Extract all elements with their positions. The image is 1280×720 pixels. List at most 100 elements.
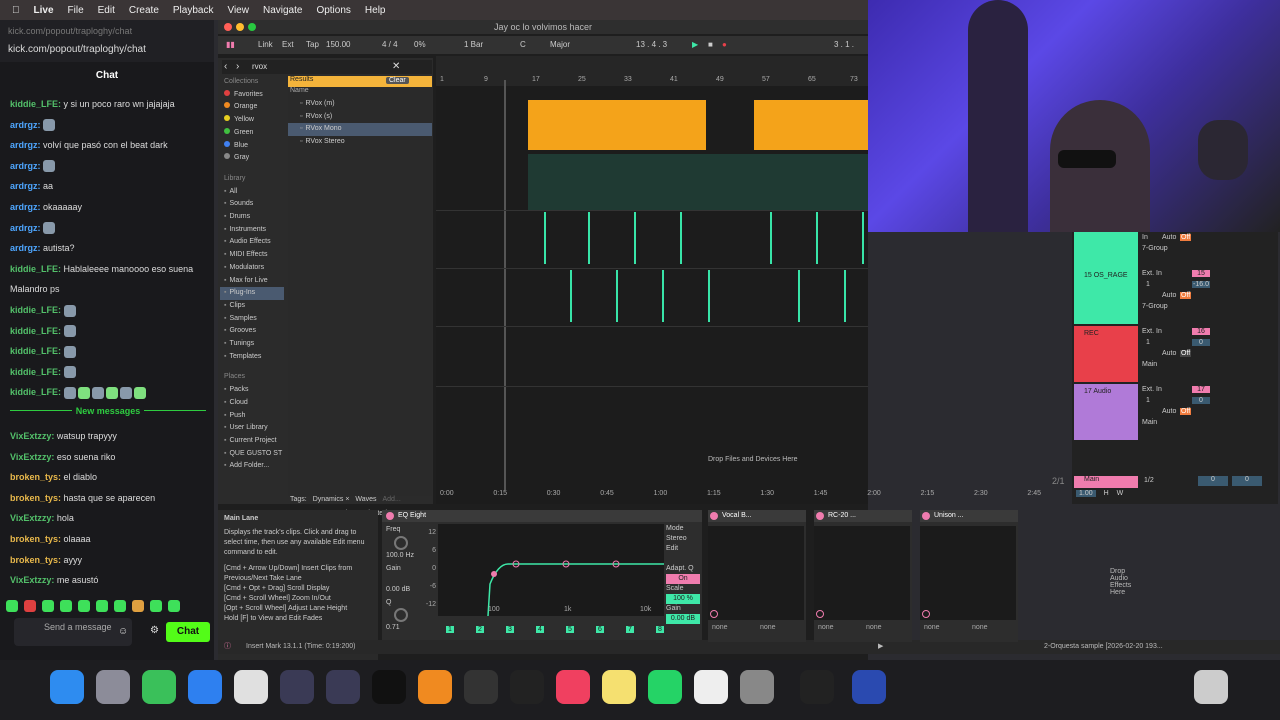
- zoom-window-icon[interactable]: [248, 23, 256, 31]
- emoji-icon[interactable]: ☺: [118, 626, 128, 637]
- stop-icon[interactable]: ■: [708, 36, 713, 54]
- dock-app-ukraine[interactable]: [800, 670, 834, 704]
- chat-username[interactable]: ardrgz:: [10, 161, 43, 171]
- macro-knob-icon[interactable]: [710, 610, 718, 618]
- dock-app-ableton-live[interactable]: [464, 670, 498, 704]
- track-volume[interactable]: -16.0: [1192, 281, 1210, 288]
- macro-select[interactable]: none: [818, 624, 834, 631]
- plugin-display[interactable]: [814, 526, 910, 620]
- stereo-select[interactable]: Stereo: [666, 534, 700, 544]
- dock-app-app-store[interactable]: [188, 670, 222, 704]
- tap-button[interactable]: Tap: [306, 36, 319, 54]
- emote-icon[interactable]: [42, 600, 54, 612]
- menu-view[interactable]: View: [227, 5, 249, 16]
- chat-username[interactable]: kiddie_LFE:: [10, 264, 64, 274]
- eq-graph[interactable]: 100 1k 10k: [438, 524, 664, 617]
- menu-options[interactable]: Options: [316, 5, 350, 16]
- info-toggle-icon[interactable]: ⓘ: [224, 640, 231, 654]
- place-item[interactable]: ▪ Current Project: [224, 435, 288, 448]
- chat-username[interactable]: ardrgz:: [10, 181, 43, 191]
- headphone-w[interactable]: W: [1117, 490, 1124, 497]
- chat-username[interactable]: kiddie_LFE:: [10, 346, 64, 356]
- emote-row[interactable]: [6, 600, 206, 614]
- main-volume[interactable]: 0: [1198, 476, 1228, 486]
- plugin-display[interactable]: [920, 526, 1016, 620]
- emote-icon[interactable]: [78, 600, 90, 612]
- emote-icon[interactable]: [150, 600, 162, 612]
- dock-app-chatgpt[interactable]: [694, 670, 728, 704]
- monitor-auto[interactable]: Auto: [1162, 350, 1176, 357]
- library-item[interactable]: ▪ Sounds: [224, 198, 288, 211]
- midi-clip-lane[interactable]: [528, 154, 868, 210]
- band-toggle[interactable]: 2: [476, 626, 484, 633]
- midi-note[interactable]: [544, 212, 546, 264]
- emote-icon[interactable]: [168, 600, 180, 612]
- band-toggle[interactable]: 6: [596, 626, 604, 633]
- band-toggle[interactable]: 3: [506, 626, 514, 633]
- dock-app-fl-studio[interactable]: [418, 670, 452, 704]
- audio-clip-2[interactable]: [754, 100, 868, 150]
- chat-username[interactable]: kiddie_LFE:: [10, 305, 64, 315]
- eq-band-selectors[interactable]: 1 2 3 4 5 6 7 8: [438, 618, 664, 638]
- menu-create[interactable]: Create: [129, 5, 159, 16]
- dock-app-trash[interactable]: [1194, 670, 1228, 704]
- q-knob[interactable]: [394, 608, 408, 622]
- chat-username[interactable]: kiddie_LFE:: [10, 326, 64, 336]
- band-toggle[interactable]: 4: [536, 626, 544, 633]
- dock-app-system-settings[interactable]: [740, 670, 774, 704]
- menu-app[interactable]: Live: [34, 5, 54, 16]
- library-item[interactable]: ▪ Templates: [224, 351, 288, 364]
- band-toggle[interactable]: 1: [446, 626, 454, 633]
- groove-percent[interactable]: 0%: [414, 36, 426, 54]
- menu-file[interactable]: File: [68, 5, 84, 16]
- send-message-input[interactable]: Send a message: [14, 618, 132, 646]
- key-select[interactable]: C: [520, 36, 526, 54]
- monitor-off[interactable]: Off: [1180, 408, 1192, 415]
- chat-username[interactable]: broken_tys:: [10, 555, 64, 565]
- library-item[interactable]: ▪ Instruments: [224, 224, 288, 237]
- macro-select[interactable]: none: [712, 624, 728, 631]
- device-power-icon[interactable]: [922, 512, 930, 520]
- play-icon[interactable]: ▶: [692, 36, 698, 54]
- chat-username[interactable]: VixExtzzy:: [10, 513, 57, 523]
- collection-item[interactable]: Green: [224, 127, 288, 140]
- midi-note[interactable]: [662, 270, 664, 322]
- chat-username[interactable]: VixExtzzy:: [10, 575, 57, 585]
- time-signature[interactable]: 4 / 4: [382, 36, 398, 54]
- close-window-icon[interactable]: [224, 23, 232, 31]
- dock-app-facetime[interactable]: [142, 670, 176, 704]
- adapt-q-toggle[interactable]: On: [666, 574, 700, 584]
- macro-select[interactable]: none: [760, 624, 776, 631]
- library-item[interactable]: ▪ Max for Live: [224, 275, 288, 288]
- chat-username[interactable]: kiddie_LFE:: [10, 99, 64, 109]
- monitor-off[interactable]: Off: [1180, 350, 1192, 357]
- track-header[interactable]: 15 OS_RAGE: [1074, 268, 1138, 324]
- dock-app-whatsapp[interactable]: [648, 670, 682, 704]
- collection-item[interactable]: Yellow: [224, 114, 288, 127]
- gain-value[interactable]: 0.00 dB: [386, 584, 422, 595]
- place-item[interactable]: ▪ QUE GUSTO ST: [224, 448, 288, 461]
- track-number[interactable]: 17: [1192, 386, 1210, 393]
- result-item[interactable]: ▫ RVox (s): [288, 111, 432, 124]
- monitor-auto[interactable]: Auto: [1162, 408, 1176, 415]
- band-toggle[interactable]: 7: [626, 626, 634, 633]
- dock-app-wd[interactable]: [852, 670, 886, 704]
- forward-icon[interactable]: ›: [236, 61, 239, 72]
- freq-value[interactable]: 100.0 Hz: [386, 550, 422, 561]
- band-toggle[interactable]: 5: [566, 626, 574, 633]
- macro-select[interactable]: none: [972, 624, 988, 631]
- q-value[interactable]: 0.71: [386, 622, 422, 633]
- bpm-field[interactable]: 150.00: [326, 36, 350, 54]
- loop-position[interactable]: 3 . 1 .: [834, 36, 854, 54]
- midi-note[interactable]: [816, 212, 818, 264]
- monitor-off[interactable]: Off: [1180, 292, 1192, 299]
- dock-app-launchpad[interactable]: [96, 670, 130, 704]
- input-select[interactable]: Ext. In: [1142, 328, 1162, 335]
- midi-note[interactable]: [588, 212, 590, 264]
- library-item[interactable]: ▪ Plug-Ins: [220, 287, 284, 300]
- emote-icon[interactable]: [96, 600, 108, 612]
- macro-knob-icon[interactable]: [816, 610, 824, 618]
- macro-select[interactable]: none: [924, 624, 940, 631]
- dock-app-logic-remote[interactable]: [280, 670, 314, 704]
- dock-app-chrome[interactable]: [234, 670, 268, 704]
